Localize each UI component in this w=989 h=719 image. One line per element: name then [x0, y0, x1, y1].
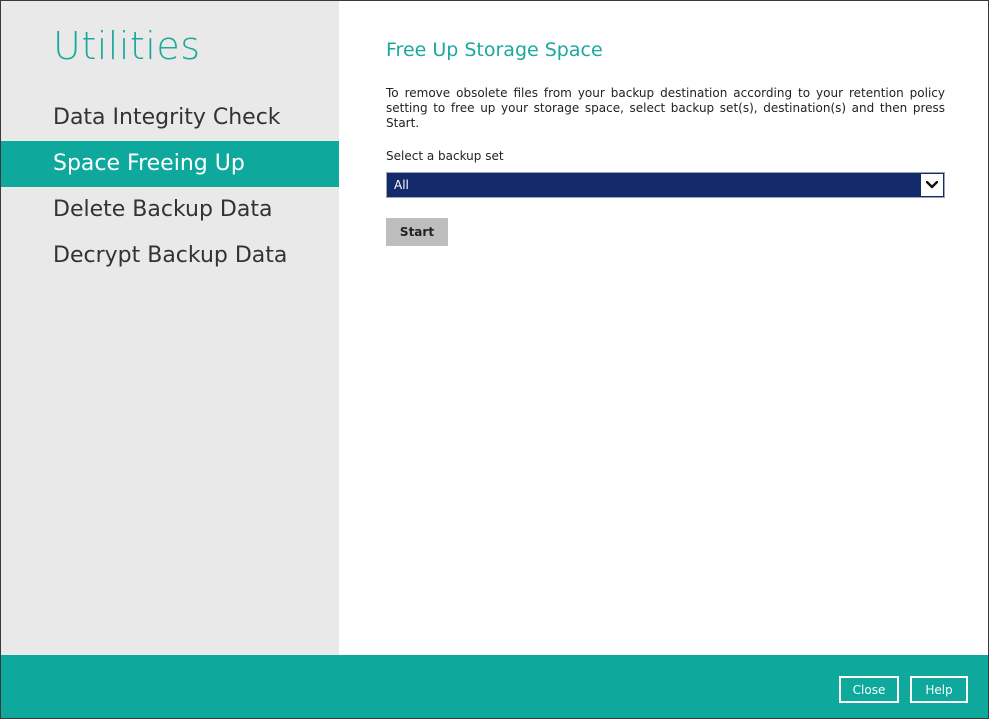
sidebar-item-delete-backup-data[interactable]: Delete Backup Data	[1, 187, 339, 233]
backup-set-label: Select a backup set	[386, 149, 504, 163]
start-button[interactable]: Start	[386, 218, 448, 246]
sidebar-item-decrypt-backup-data[interactable]: Decrypt Backup Data	[1, 233, 339, 279]
close-button[interactable]: Close	[839, 676, 899, 703]
sidebar: Utilities Data Integrity Check Space Fre…	[1, 1, 339, 655]
footer-bar: Close Help	[1, 655, 988, 718]
sidebar-item-space-freeing-up[interactable]: Space Freeing Up	[1, 141, 339, 187]
help-button[interactable]: Help	[910, 676, 968, 703]
sidebar-nav: Data Integrity Check Space Freeing Up De…	[1, 95, 339, 279]
backup-set-select[interactable]: All	[386, 172, 945, 198]
main-panel: Free Up Storage Space To remove obsolete…	[339, 1, 988, 655]
sidebar-item-data-integrity-check[interactable]: Data Integrity Check	[1, 95, 339, 141]
backup-set-selected-value: All	[394, 178, 409, 192]
page-description: To remove obsolete files from your backu…	[386, 86, 945, 130]
sidebar-title: Utilities	[53, 24, 201, 68]
utilities-window: Utilities Data Integrity Check Space Fre…	[0, 0, 989, 719]
chevron-down-icon[interactable]	[921, 174, 943, 196]
page-title: Free Up Storage Space	[386, 39, 603, 61]
